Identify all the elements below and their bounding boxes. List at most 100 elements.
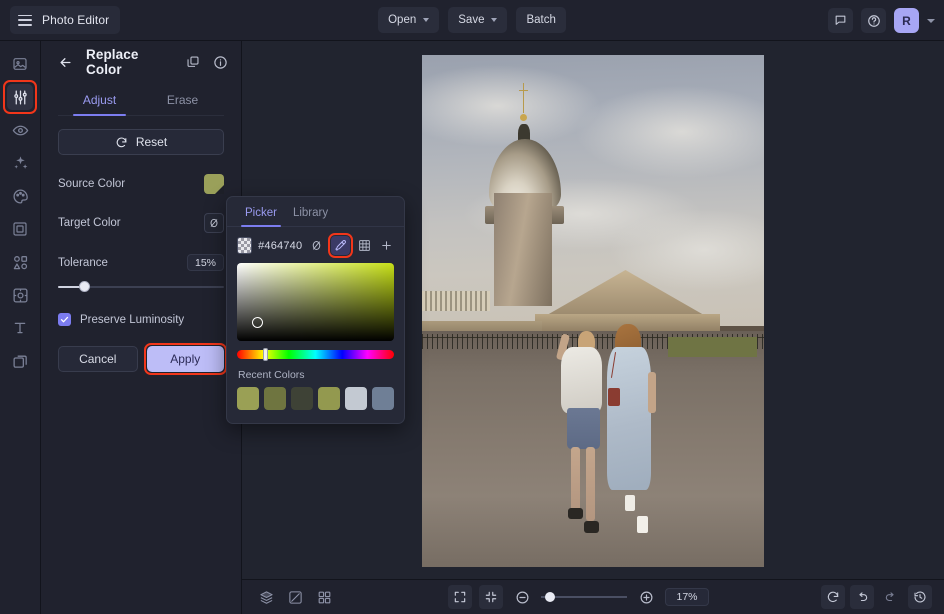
person-one-shoe-right — [584, 521, 599, 533]
target-color-row: Target Color — [58, 213, 224, 233]
reset-label: Reset — [136, 135, 167, 149]
color-picker-popup[interactable]: Picker Library #464740 — [226, 196, 405, 424]
grid-view-icon[interactable] — [312, 585, 336, 609]
preserve-luminosity-row[interactable]: Preserve Luminosity — [58, 313, 224, 326]
recent-color-swatch-3[interactable] — [318, 387, 340, 410]
info-icon[interactable] — [212, 54, 229, 71]
person-one-shoe-left — [568, 508, 582, 519]
person-one-leg-left — [571, 447, 580, 514]
redo-icon[interactable] — [879, 585, 903, 609]
sidebar-item-shapes[interactable] — [7, 249, 33, 275]
open-label: Open — [388, 14, 416, 26]
recent-color-swatch-0[interactable] — [237, 387, 259, 410]
app-menu-button[interactable]: Photo Editor — [10, 6, 120, 34]
batch-label: Batch — [526, 14, 555, 26]
duplicate-icon[interactable] — [184, 54, 201, 71]
tab-erase[interactable]: Erase — [141, 87, 224, 115]
target-color-swatch[interactable] — [204, 213, 224, 233]
saturation-value-cursor[interactable] — [252, 317, 263, 328]
recent-color-swatch-2[interactable] — [291, 387, 313, 410]
sidebar-item-frame[interactable] — [7, 216, 33, 242]
sidebar-item-text[interactable] — [7, 315, 33, 341]
recent-color-swatch-4[interactable] — [345, 387, 367, 410]
no-color-icon[interactable] — [308, 236, 325, 255]
cathedral-balustrade — [422, 291, 490, 311]
tolerance-slider-knob[interactable] — [79, 281, 90, 292]
undo-icon[interactable] — [850, 585, 874, 609]
target-color-label: Target Color — [58, 217, 121, 229]
view-tools-group — [254, 585, 336, 609]
chevron-down-icon[interactable] — [491, 18, 497, 22]
person-two-shoe-right — [637, 516, 647, 533]
hex-value-input[interactable]: #464740 — [258, 240, 302, 252]
fit-to-screen-icon[interactable] — [448, 585, 472, 609]
recent-color-swatch-5[interactable] — [372, 387, 394, 410]
reset-view-icon[interactable] — [821, 585, 845, 609]
tolerance-row: Tolerance 15% — [58, 254, 224, 271]
grid-palette-icon[interactable] — [356, 236, 373, 255]
chevron-down-icon[interactable] — [423, 18, 429, 22]
preserve-luminosity-checkbox[interactable] — [58, 313, 71, 326]
person-one-shorts — [567, 408, 599, 449]
reset-button[interactable]: Reset — [58, 129, 224, 155]
tab-adjust[interactable]: Adjust — [58, 87, 141, 115]
avatar[interactable]: R — [894, 8, 919, 33]
photo-image[interactable] — [422, 55, 764, 567]
sidebar-item-effects[interactable] — [7, 282, 33, 308]
recent-color-swatch-1[interactable] — [264, 387, 286, 410]
help-icon[interactable] — [861, 8, 886, 33]
layers-icon[interactable] — [254, 585, 278, 609]
sidebar-item-retouch-eye[interactable] — [7, 117, 33, 143]
recent-colors-label: Recent Colors — [238, 369, 404, 381]
tab-library[interactable]: Library — [285, 205, 336, 226]
zoom-out-icon[interactable] — [510, 585, 534, 609]
sidebar-item-image[interactable] — [7, 51, 33, 77]
zoom-slider[interactable] — [541, 591, 627, 603]
zoom-in-icon[interactable] — [634, 585, 658, 609]
transparent-checkerboard-swatch[interactable] — [237, 237, 252, 254]
open-button[interactable]: Open — [378, 7, 439, 33]
save-button[interactable]: Save — [448, 7, 507, 33]
sidebar-item-palette[interactable] — [7, 183, 33, 209]
history-icon[interactable] — [908, 585, 932, 609]
refresh-icon — [115, 136, 128, 149]
actual-size-icon[interactable] — [479, 585, 503, 609]
eyedropper-highlight — [331, 236, 350, 255]
hue-slider-knob[interactable] — [263, 348, 268, 361]
account-actions-group: R — [828, 0, 935, 41]
add-color-icon[interactable] — [378, 236, 395, 255]
page-title: Replace Color — [86, 47, 173, 77]
arrow-left-icon[interactable] — [55, 52, 75, 72]
sidebar-item-magic[interactable] — [7, 150, 33, 176]
sidebar-item-adjustments-highlight — [7, 84, 33, 110]
panel-header: Replace Color — [41, 41, 241, 83]
batch-button[interactable]: Batch — [516, 7, 565, 33]
tab-picker[interactable]: Picker — [237, 205, 285, 226]
person-two-bag — [608, 388, 620, 406]
tool-rail — [0, 41, 41, 614]
chevron-down-icon[interactable] — [927, 19, 935, 23]
sidebar-item-layers[interactable] — [7, 348, 33, 374]
apply-button[interactable]: Apply — [147, 346, 225, 372]
feedback-icon[interactable] — [828, 8, 853, 33]
sidebar-item-adjustments[interactable] — [7, 84, 33, 110]
person-one-leg-right — [586, 447, 595, 521]
save-label: Save — [458, 14, 484, 26]
tolerance-value[interactable]: 15% — [187, 254, 224, 271]
saturation-value-area[interactable] — [237, 263, 394, 341]
cancel-button[interactable]: Cancel — [58, 346, 138, 372]
eyedropper-icon[interactable] — [331, 236, 350, 255]
app-title: Photo Editor — [42, 13, 109, 27]
check-icon — [60, 315, 69, 324]
panel-tabs: Adjust Erase — [58, 87, 224, 116]
zoom-level-value[interactable]: 17% — [665, 588, 708, 606]
tolerance-slider[interactable] — [58, 280, 224, 294]
hamburger-icon[interactable] — [18, 15, 32, 26]
recent-colors-list — [227, 381, 404, 410]
source-color-swatch[interactable] — [204, 174, 224, 194]
zoom-slider-knob[interactable] — [545, 592, 555, 602]
hue-slider[interactable] — [237, 350, 394, 359]
compare-icon[interactable] — [283, 585, 307, 609]
hedge — [668, 337, 757, 357]
panel-body: Reset Source Color Target Color Toleranc… — [41, 116, 241, 372]
